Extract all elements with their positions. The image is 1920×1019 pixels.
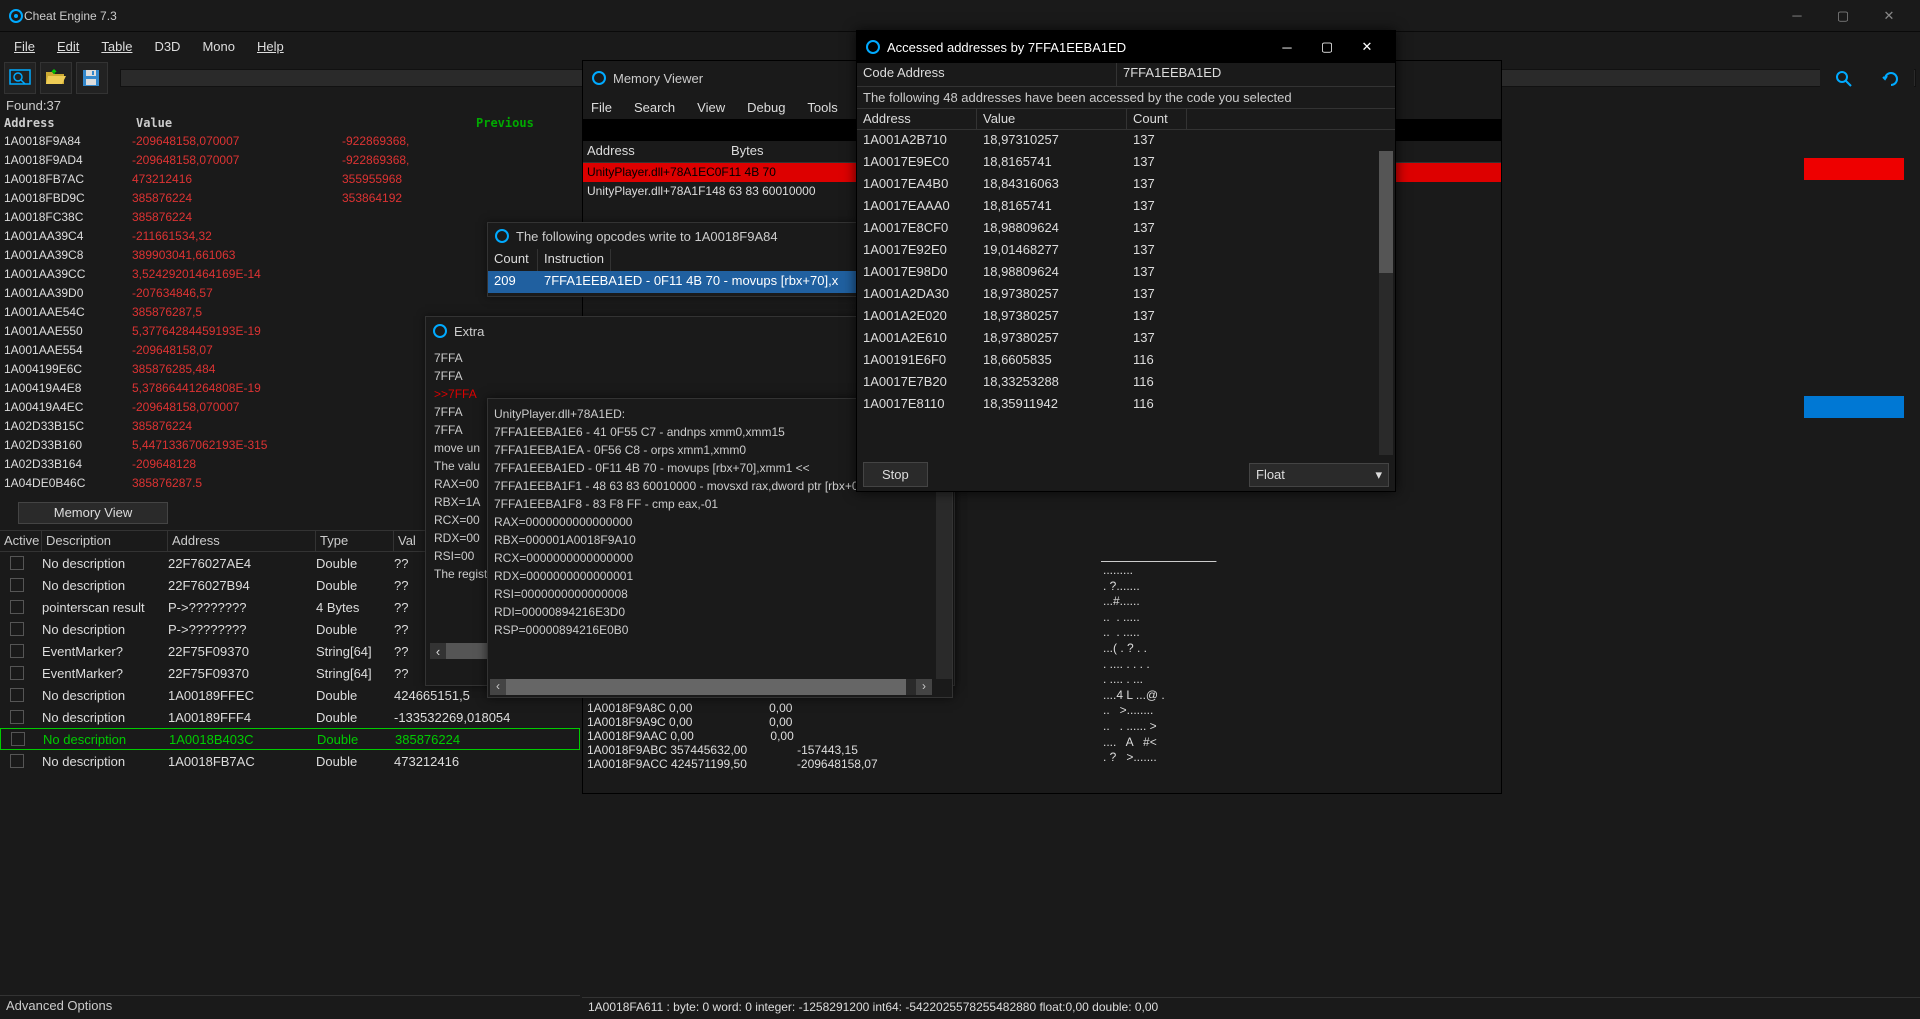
header-address[interactable]: Address — [857, 109, 977, 129]
menu-d3d[interactable]: D3D — [144, 35, 190, 58]
right-tool-strip — [1820, 62, 1914, 96]
active-checkbox[interactable] — [10, 600, 24, 614]
header-active[interactable]: Active — [0, 531, 42, 551]
active-checkbox[interactable] — [10, 666, 24, 680]
active-checkbox[interactable] — [10, 754, 24, 768]
active-checkbox[interactable] — [10, 578, 24, 592]
highlight-bar-blue — [1804, 396, 1904, 418]
scroll-right-icon[interactable]: › — [916, 679, 932, 695]
chevron-down-icon: ▾ — [1375, 467, 1382, 483]
header-count[interactable]: Count — [1127, 109, 1187, 129]
minimize-button[interactable]: ─ — [1774, 0, 1820, 32]
stop-button[interactable]: Stop — [863, 462, 928, 487]
app-title: Cheat Engine 7.3 — [24, 9, 1774, 23]
accessed-row[interactable]: 1A001A2DA3018,97380257137 — [857, 284, 1395, 306]
open-file-button[interactable] — [40, 62, 72, 94]
horizontal-scrollbar[interactable]: ‹ › — [490, 679, 932, 695]
scan-row[interactable]: 1A0018FB7AC473212416355955968 — [0, 172, 580, 191]
window-icon — [591, 70, 607, 86]
active-checkbox[interactable] — [10, 688, 24, 702]
maximize-button[interactable]: ▢ — [1307, 31, 1347, 63]
memory-view-button[interactable]: Memory View — [18, 502, 168, 524]
process-select-button[interactable] — [4, 62, 36, 94]
active-checkbox[interactable] — [10, 622, 24, 636]
mv-menu-view[interactable]: View — [693, 98, 729, 117]
header-value[interactable]: Value — [977, 109, 1127, 129]
close-button[interactable]: ✕ — [1347, 31, 1387, 63]
info-text: The following 48 addresses have been acc… — [857, 87, 1395, 108]
maximize-button[interactable]: ▢ — [1820, 0, 1866, 32]
highlight-bar-red — [1804, 158, 1904, 180]
menu-table[interactable]: Table — [91, 35, 142, 58]
menu-help[interactable]: Help — [247, 35, 294, 58]
header-instruction[interactable]: Instruction — [538, 249, 611, 271]
type-select[interactable]: Float▾ — [1249, 463, 1389, 487]
window-title: Extra — [454, 324, 484, 339]
menu-mono[interactable]: Mono — [192, 35, 245, 58]
cheat-table-row[interactable]: No description1A00189FFF4Double-13353226… — [0, 706, 580, 728]
titlebar: Cheat Engine 7.3 ─ ▢ ✕ — [0, 0, 1920, 32]
active-checkbox[interactable] — [10, 556, 24, 570]
header-value[interactable]: Value — [132, 114, 472, 134]
mv-hdr-bytes[interactable]: Bytes — [727, 141, 768, 162]
scan-row[interactable]: 1A0018F9A84-209648158,070007-922869368, — [0, 134, 580, 153]
accessed-row[interactable]: 1A001A2E02018,97380257137 — [857, 306, 1395, 328]
accessed-row[interactable]: 1A001A2B71018,97310257137 — [857, 130, 1395, 152]
scan-row[interactable]: 1A0018F9AD4-209648158,070007-922869368, — [0, 153, 580, 172]
search-icon[interactable] — [1820, 62, 1867, 96]
accessed-row[interactable]: 1A001A2E61018,97380257137 — [857, 328, 1395, 350]
window-title: The following opcodes write to 1A0018F9A… — [516, 229, 778, 244]
refresh-icon[interactable] — [1867, 62, 1914, 96]
app-icon — [8, 8, 24, 24]
minimize-button[interactable]: ─ — [1267, 31, 1307, 63]
mv-menu-file[interactable]: File — [587, 98, 616, 117]
accessed-row[interactable]: 1A0017E9EC018,8165741137 — [857, 152, 1395, 174]
menu-edit[interactable]: Edit — [47, 35, 89, 58]
vertical-scrollbar[interactable] — [1379, 151, 1393, 455]
close-button[interactable]: ✕ — [1866, 0, 1912, 32]
opcodes-window: The following opcodes write to 1A0018F9A… — [487, 222, 857, 297]
accessed-addresses-window: Accessed addresses by 7FFA1EEBA1ED ─ ▢ ✕… — [856, 30, 1396, 492]
scroll-left-icon[interactable]: ‹ — [490, 679, 506, 695]
menu-file[interactable]: File — [4, 35, 45, 58]
window-title: Memory Viewer — [613, 71, 703, 86]
cheat-table-row[interactable]: No description1A0018B403CDouble385876224 — [0, 728, 580, 750]
status-bar: 1A0018FA611 : byte: 0 word: 0 integer: -… — [582, 997, 1920, 1019]
window-icon — [494, 228, 510, 244]
accessed-row[interactable]: 1A0017EAAA018,8165741137 — [857, 196, 1395, 218]
accessed-row[interactable]: 1A0017EA4B018,84316063137 — [857, 174, 1395, 196]
accessed-row[interactable]: 1A0017E8CF018,98809624137 — [857, 218, 1395, 240]
code-address-label: Code Address — [857, 63, 1117, 86]
mv-menu-debug[interactable]: Debug — [743, 98, 789, 117]
header-type[interactable]: Type — [316, 531, 394, 551]
accessed-row[interactable]: 1A0017E7B2018,33253288116 — [857, 372, 1395, 394]
opcode-row[interactable]: 209 7FFA1EEBA1ED - 0F11 4B 70 - movups [… — [488, 271, 856, 293]
save-button[interactable] — [76, 62, 108, 94]
advanced-options[interactable]: Advanced Options — [0, 995, 580, 1019]
window-title: Accessed addresses by 7FFA1EEBA1ED — [887, 40, 1126, 55]
header-previous[interactable]: Previous — [472, 114, 538, 134]
active-checkbox[interactable] — [11, 732, 25, 746]
code-address-value: 7FFA1EEBA1ED — [1117, 63, 1395, 86]
cheat-table-row[interactable]: No description1A0018FB7ACDouble473212416 — [0, 750, 580, 772]
mv-menu-tools[interactable]: Tools — [803, 98, 841, 117]
header-address[interactable]: Address — [168, 531, 316, 551]
header-address[interactable]: Address — [0, 114, 132, 134]
header-count[interactable]: Count — [488, 249, 538, 271]
scan-row[interactable]: 1A0018FBD9C385876224353864192 — [0, 191, 580, 210]
window-icon — [432, 323, 448, 339]
window-icon — [865, 39, 881, 55]
accessed-row[interactable]: 1A0017E98D018,98809624137 — [857, 262, 1395, 284]
accessed-row[interactable]: 1A0017E811018,35911942116 — [857, 394, 1395, 416]
mv-menu-search[interactable]: Search — [630, 98, 679, 117]
active-checkbox[interactable] — [10, 644, 24, 658]
scroll-left-icon[interactable]: ‹ — [430, 643, 446, 659]
header-description[interactable]: Description — [42, 531, 168, 551]
active-checkbox[interactable] — [10, 710, 24, 724]
mv-hdr-address[interactable]: Address — [583, 141, 727, 162]
accessed-row[interactable]: 1A0017E92E019,01468277137 — [857, 240, 1395, 262]
accessed-row[interactable]: 1A00191E6F018,6605835116 — [857, 350, 1395, 372]
